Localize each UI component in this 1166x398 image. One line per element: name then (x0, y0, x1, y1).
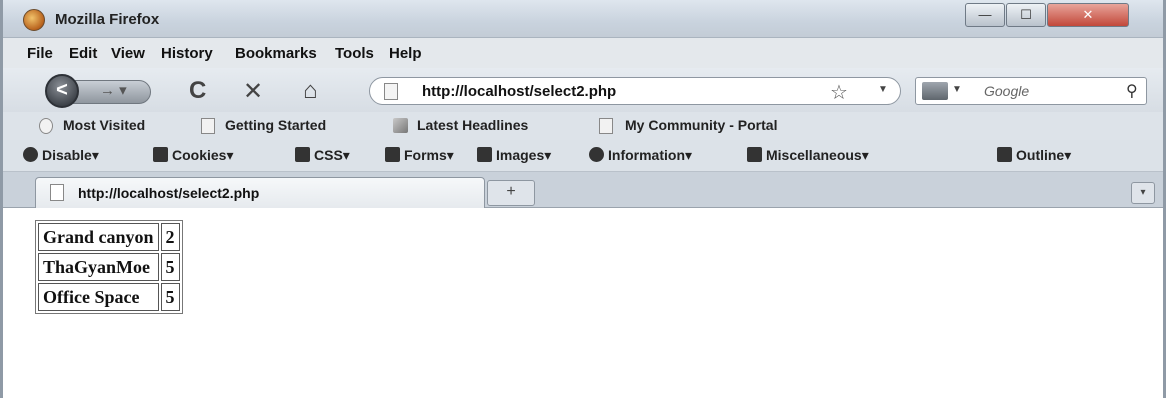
minimize-button[interactable]: — (965, 3, 1005, 27)
tab-page-icon (50, 184, 64, 201)
new-tab-button[interactable]: + (487, 180, 535, 206)
maximize-button[interactable]: ☐ (1006, 3, 1046, 27)
tab-title[interactable]: http://localhost/select2.php (78, 185, 259, 201)
dev-css-menu[interactable]: CSS▾ (295, 147, 350, 164)
page-icon (384, 83, 398, 100)
window-title: Mozilla Firefox (55, 11, 160, 28)
results-table: Grand canyon 2 ThaGyanMoe 5 Office Space… (35, 220, 183, 314)
page-content: Grand canyon 2 ThaGyanMoe 5 Office Space… (3, 208, 1163, 398)
menu-tools[interactable]: Tools (335, 45, 374, 62)
tab-strip: http://localhost/select2.php + ▾ (3, 172, 1163, 208)
table-cell-title: ThaGyanMoe (38, 253, 159, 281)
search-engine-dropdown-icon[interactable]: ▼ (952, 84, 962, 95)
browser-window: Mozilla Firefox — ☐ ✕ File Edit View His… (0, 0, 1166, 398)
menu-bar: File Edit View History Bookmarks Tools H… (3, 38, 1163, 68)
rss-feed-icon (393, 118, 408, 133)
bookmark-my-community-portal[interactable]: My Community - Portal (625, 117, 777, 133)
cookies-icon (153, 147, 168, 162)
list-all-tabs-button[interactable]: ▾ (1131, 182, 1155, 204)
url-history-dropdown-icon[interactable]: ▼ (878, 84, 888, 95)
most-visited-icon (39, 118, 53, 134)
url-text[interactable]: http://localhost/select2.php (422, 83, 616, 100)
forward-button[interactable]: → ▾ (73, 80, 151, 104)
search-box[interactable]: ▼ Google ⚲ (915, 77, 1147, 105)
information-icon (589, 147, 604, 162)
forms-icon (385, 147, 400, 162)
home-icon[interactable]: ⌂ (303, 77, 318, 105)
table-cell-value: 2 (160, 223, 180, 251)
table-cell-title: Grand canyon (38, 223, 159, 251)
menu-edit[interactable]: Edit (69, 45, 97, 62)
dev-information-menu[interactable]: Information▾ (589, 147, 692, 164)
css-icon (295, 147, 310, 162)
menu-view[interactable]: View (111, 45, 145, 62)
table-cell-value: 5 (160, 253, 180, 281)
menu-bookmarks[interactable]: Bookmarks (235, 45, 317, 62)
table-row: Grand canyon 2 (38, 223, 180, 251)
firefox-logo-icon (23, 9, 45, 31)
outline-icon (997, 147, 1012, 162)
dev-miscellaneous-menu[interactable]: Miscellaneous▾ (747, 147, 869, 164)
table-cell-value: 5 (160, 283, 180, 311)
bookmark-latest-headlines[interactable]: Latest Headlines (417, 117, 528, 133)
navigation-toolbar: → ▾ < C ✕ ⌂ http://localhost/select2.php… (3, 68, 1163, 112)
images-icon (477, 147, 492, 162)
disable-icon (23, 147, 38, 162)
menu-help[interactable]: Help (389, 45, 422, 62)
getting-started-icon (201, 118, 215, 134)
dev-forms-menu[interactable]: Forms▾ (385, 147, 454, 164)
bookmark-star-icon[interactable]: ☆ (830, 80, 848, 105)
dev-images-menu[interactable]: Images▾ (477, 147, 551, 164)
table-row: Office Space 5 (38, 283, 180, 311)
stop-icon[interactable]: ✕ (243, 77, 263, 106)
tab-active[interactable]: http://localhost/select2.php (35, 177, 485, 208)
dev-outline-menu[interactable]: Outline▾ (997, 147, 1071, 164)
title-bar: Mozilla Firefox — ☐ ✕ (3, 0, 1163, 38)
web-developer-toolbar: Disable▾ Cookies▾ CSS▾ Forms▾ Images▾ In… (3, 140, 1163, 172)
bookmarks-toolbar: Most Visited Getting Started Latest Head… (3, 112, 1163, 140)
menu-file[interactable]: File (27, 45, 53, 62)
close-button[interactable]: ✕ (1047, 3, 1129, 27)
community-portal-icon (599, 118, 613, 134)
search-engine-icon[interactable] (922, 82, 948, 100)
menu-history[interactable]: History (161, 45, 213, 62)
dev-cookies-menu[interactable]: Cookies▾ (153, 147, 234, 164)
table-row: ThaGyanMoe 5 (38, 253, 180, 281)
miscellaneous-icon (747, 147, 762, 162)
bookmark-most-visited[interactable]: Most Visited (63, 117, 145, 133)
bookmark-getting-started[interactable]: Getting Started (225, 117, 326, 133)
reload-icon[interactable]: C (189, 77, 206, 105)
search-icon[interactable]: ⚲ (1126, 81, 1138, 101)
back-button[interactable]: < (45, 74, 79, 108)
dev-disable-menu[interactable]: Disable▾ (23, 147, 99, 164)
search-input[interactable]: Google (984, 83, 1029, 99)
table-cell-title: Office Space (38, 283, 159, 311)
url-bar[interactable]: http://localhost/select2.php ☆ ▼ (369, 77, 901, 105)
